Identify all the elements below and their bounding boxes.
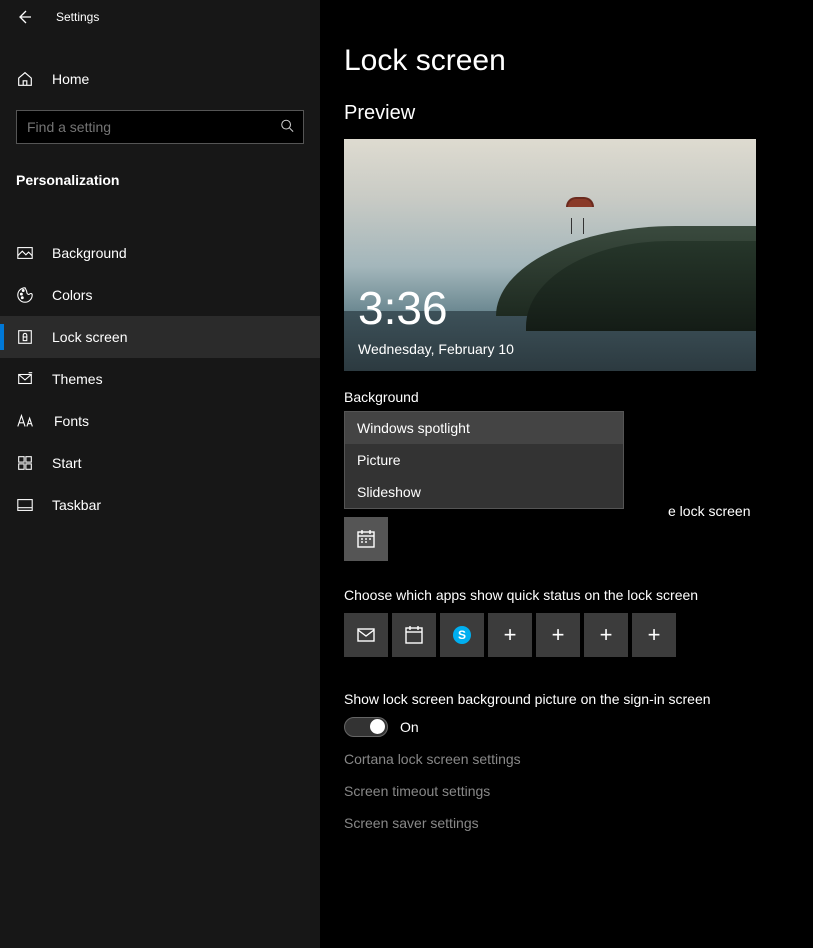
calendar-icon (403, 624, 425, 646)
sidebar-item-label: Taskbar (52, 497, 101, 513)
signin-toggle-state: On (400, 719, 419, 735)
link-cortana-settings[interactable]: Cortana lock screen settings (344, 751, 789, 767)
link-screen-timeout[interactable]: Screen timeout settings (344, 783, 789, 799)
themes-icon (16, 370, 34, 388)
search-input[interactable] (16, 110, 304, 144)
detailed-status-label-partial: e lock screen (668, 503, 750, 519)
detailed-status-app-tile[interactable] (344, 517, 388, 561)
dropdown-option-slideshow[interactable]: Slideshow (345, 476, 623, 508)
page-title: Lock screen (344, 44, 789, 78)
sidebar-item-label: Lock screen (52, 329, 127, 345)
home-label: Home (52, 71, 89, 87)
plus-icon: + (504, 622, 517, 648)
sidebar-item-label: Start (52, 455, 82, 471)
preview-paraglider (571, 218, 572, 234)
sidebar-item-label: Themes (52, 371, 103, 387)
sidebar-item-lock-screen[interactable]: Lock screen (0, 316, 320, 358)
skype-icon: S (451, 624, 473, 646)
quick-status-row: S + + + + (344, 613, 789, 657)
signin-bg-label: Show lock screen background picture on t… (344, 691, 789, 707)
calendar-icon (355, 528, 377, 550)
arrow-left-icon (16, 9, 32, 25)
home-icon (16, 70, 34, 88)
plus-icon: + (648, 622, 661, 648)
sidebar-item-fonts[interactable]: Fonts (0, 400, 320, 442)
lock-screen-icon (16, 328, 34, 346)
taskbar-icon (16, 496, 34, 514)
signin-toggle-row: On (344, 717, 789, 737)
picture-icon (16, 244, 34, 262)
background-dropdown[interactable]: Windows spotlight Picture Slideshow (344, 411, 624, 509)
section-title: Personalization (0, 172, 320, 188)
content-area: Lock screen Preview 3:36 Wednesday, Febr… (320, 0, 813, 948)
quick-status-tile-calendar[interactable] (392, 613, 436, 657)
start-icon (16, 454, 34, 472)
mail-icon (355, 624, 377, 646)
sidebar-item-colors[interactable]: Colors (0, 274, 320, 316)
nav-list: Background Colors Lock screen Themes Fon… (0, 232, 320, 526)
app-title: Settings (56, 10, 99, 24)
toggle-knob (370, 719, 385, 734)
titlebar: Settings (0, 0, 320, 34)
preview-heading: Preview (344, 102, 789, 125)
preview-paraglider (566, 197, 594, 207)
preview-date: Wednesday, February 10 (358, 341, 514, 357)
quick-status-tile-skype[interactable]: S (440, 613, 484, 657)
background-label: Background (344, 389, 789, 405)
plus-icon: + (600, 622, 613, 648)
lock-screen-preview: 3:36 Wednesday, February 10 (344, 139, 756, 371)
detailed-status-app-row (344, 517, 789, 561)
quick-status-tile-add[interactable]: + (632, 613, 676, 657)
fonts-icon (16, 412, 36, 430)
palette-icon (16, 286, 34, 304)
quick-status-tile-add[interactable]: + (584, 613, 628, 657)
sidebar-item-themes[interactable]: Themes (0, 358, 320, 400)
quick-status-tile-add[interactable]: + (536, 613, 580, 657)
sidebar-item-label: Colors (52, 287, 92, 303)
sidebar-item-background[interactable]: Background (0, 232, 320, 274)
preview-paraglider (583, 218, 584, 234)
home-nav[interactable]: Home (0, 58, 320, 100)
sidebar: Settings Home Personalization Background… (0, 0, 320, 948)
dropdown-option-picture[interactable]: Picture (345, 444, 623, 476)
sidebar-item-start[interactable]: Start (0, 442, 320, 484)
preview-time: 3:36 (358, 281, 448, 335)
sidebar-item-taskbar[interactable]: Taskbar (0, 484, 320, 526)
quick-status-tile-mail[interactable] (344, 613, 388, 657)
svg-text:S: S (458, 628, 466, 642)
back-button[interactable] (16, 9, 32, 25)
link-screen-saver[interactable]: Screen saver settings (344, 815, 789, 831)
plus-icon: + (552, 622, 565, 648)
sidebar-item-label: Background (52, 245, 127, 261)
quick-status-label: Choose which apps show quick status on t… (344, 587, 789, 603)
signin-toggle[interactable] (344, 717, 388, 737)
sidebar-item-label: Fonts (54, 413, 89, 429)
search-icon (280, 119, 294, 136)
quick-status-tile-add[interactable]: + (488, 613, 532, 657)
search-wrap (0, 110, 320, 144)
dropdown-option-windows-spotlight[interactable]: Windows spotlight (345, 412, 623, 444)
